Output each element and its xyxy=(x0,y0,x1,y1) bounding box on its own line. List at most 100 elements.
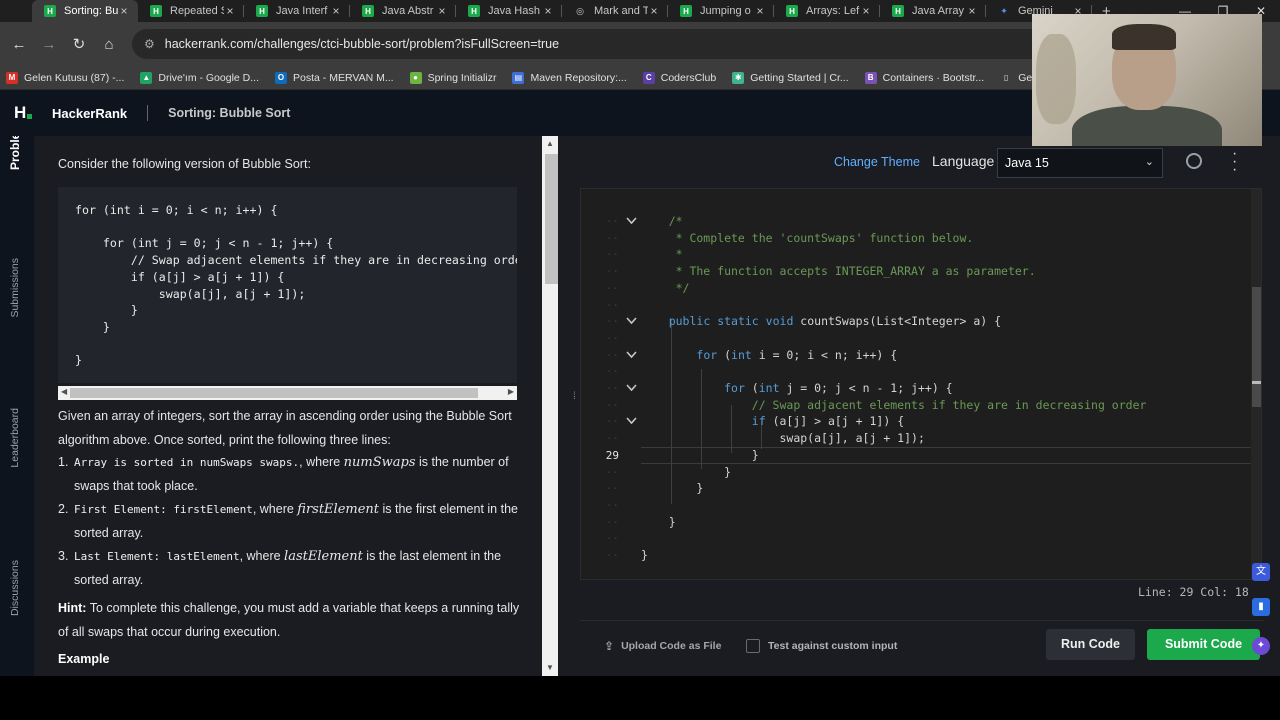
code-line: for (int j = 0; j < n - 1; j++) { xyxy=(724,381,953,395)
close-tab-icon[interactable]: × xyxy=(436,4,448,18)
bookmark-item[interactable]: O Posta - MERVAN M... xyxy=(275,71,394,84)
browser-tab[interactable]: H Repeated S × xyxy=(138,0,244,22)
code-line: // Swap adjacent elements if they are in… xyxy=(641,397,1147,412)
code-line: /* xyxy=(641,214,683,228)
browser-tab[interactable]: H Java Abstr × xyxy=(350,0,456,22)
browser-tab[interactable]: H Jumping o × xyxy=(668,0,774,22)
browser-tab[interactable]: ◎ Mark and T × xyxy=(562,0,668,22)
example-heading: Example xyxy=(58,652,110,666)
reload-icon[interactable]: ↻ xyxy=(64,35,94,53)
outlook-icon: O xyxy=(275,71,288,84)
scrollbar-thumb[interactable] xyxy=(70,388,478,398)
tab-label: Arrays: Lef xyxy=(806,5,860,17)
bookmark-item[interactable]: B Containers · Bootstr... xyxy=(864,71,985,84)
snippet-horizontal-scrollbar[interactable]: ◀ ▶ xyxy=(58,386,517,400)
pane-resize-handle[interactable]: ⁞ xyxy=(571,136,580,676)
bookmark-label: Containers · Bootstr... xyxy=(882,71,985,84)
ai-assistant-icon[interactable]: ✦ xyxy=(1252,637,1270,655)
close-tab-icon[interactable]: × xyxy=(224,4,236,18)
line-number: ·· xyxy=(605,398,619,412)
browser-tab[interactable]: H Java Interf × xyxy=(244,0,350,22)
line-number: ·· xyxy=(605,498,619,512)
tab-label: Java Hash xyxy=(488,5,540,17)
editor-actions-bar: ⇪ Upload Code as File Test against custo… xyxy=(580,620,1264,676)
fold-chevron-icon[interactable] xyxy=(626,217,638,227)
code-line: } xyxy=(641,447,759,462)
sidebar-item-submissions[interactable]: Submissions xyxy=(9,258,21,318)
sidebar-item-problem[interactable]: Problem xyxy=(8,136,22,170)
close-tab-icon[interactable]: × xyxy=(754,4,766,18)
fold-chevron-icon[interactable] xyxy=(626,417,638,427)
browser-tab[interactable]: H Java Hash × xyxy=(456,0,562,22)
code-editor[interactable]: ·· ·· ·· ·· ·· ·· ·· ·· ·· ·· ·· ·· ·· ·· 29 ·· ·· ·· ·· ··… xyxy=(580,188,1262,580)
screen: H Sorting: Bu × H Repeated S × H Java Interf × H J… xyxy=(0,0,1280,720)
sidebar-item-discussions[interactable]: Discussions xyxy=(9,560,21,616)
letterbox-bottom xyxy=(0,676,1280,720)
fold-chevron-icon[interactable] xyxy=(626,384,638,394)
submit-code-button[interactable]: Submit Code xyxy=(1147,629,1260,660)
drag-handle-icon[interactable]: ⁞ xyxy=(573,391,576,402)
translate-extension-icon[interactable]: 文 xyxy=(1252,563,1270,581)
challenge-title: Sorting: Bubble Sort xyxy=(168,106,291,120)
history-icon[interactable] xyxy=(1186,153,1202,169)
upload-code-button[interactable]: ⇪ Upload Code as File xyxy=(604,639,721,653)
close-tab-icon[interactable]: × xyxy=(648,4,660,18)
hackerrank-favicon-icon: H xyxy=(468,5,480,17)
sidebar-item-leaderboard[interactable]: Leaderboard xyxy=(9,408,21,468)
bookmark-item[interactable]: C CodersClub xyxy=(642,71,716,84)
line-number: ·· xyxy=(605,465,619,479)
back-icon[interactable]: ← xyxy=(4,36,34,53)
run-code-button[interactable]: Run Code xyxy=(1046,629,1135,660)
challenge-sidebar: Problem Submissions Leaderboard Discussi… xyxy=(0,136,34,676)
checkbox[interactable] xyxy=(746,639,760,653)
line-number: ·· xyxy=(605,315,619,329)
bookmark-item[interactable]: ● Spring Initializr xyxy=(409,71,496,84)
site-info-icon[interactable]: ⚙ xyxy=(144,37,155,51)
browser-tab[interactable]: H Java Array × xyxy=(880,0,986,22)
custom-input-checkbox[interactable]: Test against custom input xyxy=(746,639,897,653)
home-icon[interactable]: ⌂ xyxy=(94,36,124,53)
close-tab-icon[interactable]: × xyxy=(860,4,872,18)
fold-chevron-icon[interactable] xyxy=(626,317,638,327)
fold-chevron-icon[interactable] xyxy=(626,351,638,361)
line-number: ·· xyxy=(605,281,619,295)
scroll-right-icon[interactable]: ▶ xyxy=(508,387,514,396)
change-theme-link[interactable]: Change Theme xyxy=(834,155,920,169)
close-tab-icon[interactable]: × xyxy=(542,4,554,18)
hackerrank-logo-icon[interactable]: H xyxy=(14,103,36,122)
header-divider xyxy=(147,105,149,121)
tab-label: Java Abstr xyxy=(382,5,434,17)
scroll-left-icon[interactable]: ◀ xyxy=(61,387,67,396)
line-number: ·· xyxy=(605,432,619,446)
close-tab-icon[interactable]: × xyxy=(118,4,130,18)
scroll-down-icon[interactable]: ▼ xyxy=(546,663,554,672)
forward-icon[interactable]: → xyxy=(34,36,64,53)
bookmark-item[interactable]: ✱ Getting Started | Cr... xyxy=(732,71,849,84)
spring-icon: ● xyxy=(409,71,422,84)
bookmark-label: Maven Repository:... xyxy=(530,71,627,84)
more-options-icon[interactable]: · · · xyxy=(1232,146,1238,178)
browser-tab[interactable]: H Sorting: Bu × xyxy=(32,0,138,22)
line-number: 29 xyxy=(605,448,619,462)
code-line: } xyxy=(641,548,648,562)
code-line: * The function accepts INTEGER_ARRAY a a… xyxy=(641,264,1036,279)
language-select[interactable]: Java 15 ⌄ xyxy=(997,148,1163,178)
hackerrank-favicon-icon: H xyxy=(680,5,692,17)
brand-name[interactable]: HackerRank xyxy=(52,106,127,121)
url-text: hackerrank.com/challenges/ctci-bubble-so… xyxy=(164,37,560,51)
scroll-up-icon[interactable]: ▲ xyxy=(546,139,554,148)
scrollbar-thumb[interactable] xyxy=(1252,287,1261,407)
close-tab-icon[interactable]: × xyxy=(330,4,342,18)
reader-extension-icon[interactable]: ▮ xyxy=(1252,598,1270,616)
bookmark-item[interactable]: ▲ Drive'ım - Google D... xyxy=(140,71,259,84)
editor-vertical-scrollbar[interactable] xyxy=(1251,189,1261,579)
code-line: } xyxy=(641,514,676,529)
url-bar[interactable]: ⚙ hackerrank.com/challenges/ctci-bubble-… xyxy=(132,29,1132,59)
close-tab-icon[interactable]: × xyxy=(966,4,978,18)
bookmark-item[interactable]: M Gelen Kutusu (87) -... xyxy=(6,71,124,84)
problem-vertical-scrollbar[interactable]: ▲ ▼ xyxy=(542,136,571,676)
scrollbar-thumb[interactable] xyxy=(545,154,558,284)
bookmark-item[interactable]: ▤ Maven Repository:... xyxy=(512,71,627,84)
language-value: Java 15 xyxy=(1005,156,1049,170)
browser-tab[interactable]: H Arrays: Lef × xyxy=(774,0,880,22)
